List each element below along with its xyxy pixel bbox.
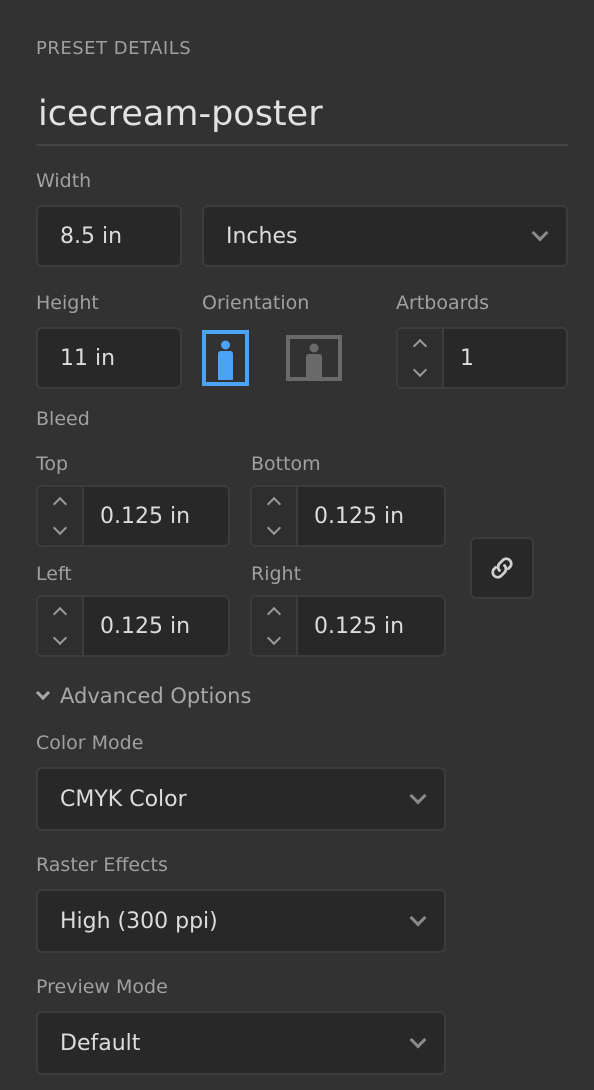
portrait-orientation-button[interactable] <box>202 330 250 386</box>
advanced-options-toggle[interactable]: Advanced Options <box>35 684 252 708</box>
chevron-down-icon[interactable] <box>52 520 68 536</box>
bleed-left-label: Left <box>36 563 72 585</box>
bleed-bottom-value: 0.125 in <box>314 503 405 529</box>
bleed-right-stepper[interactable]: 0.125 in <box>250 595 446 657</box>
link-icon <box>491 557 513 579</box>
stepper-buttons[interactable] <box>252 597 298 655</box>
chevron-up-icon[interactable] <box>412 338 428 354</box>
chevron-down-icon <box>35 685 51 701</box>
width-label: Width <box>36 170 92 192</box>
chevron-down-icon[interactable] <box>412 362 428 378</box>
preview-mode-value: Default <box>60 1030 141 1056</box>
bleed-left-stepper[interactable]: 0.125 in <box>36 595 230 657</box>
raster-effects-value: High (300 ppi) <box>60 908 218 934</box>
height-input[interactable]: 11 in <box>36 327 182 389</box>
stepper-buttons[interactable] <box>38 597 84 655</box>
width-input[interactable]: 8.5 in <box>36 205 182 267</box>
width-value: 8.5 in <box>60 223 123 249</box>
link-bleed-button[interactable] <box>470 537 534 599</box>
preset-name-input[interactable]: icecream-poster <box>36 94 568 146</box>
chevron-up-icon[interactable] <box>52 496 68 512</box>
orientation-label: Orientation <box>202 292 310 314</box>
units-dropdown[interactable]: Inches <box>202 205 568 267</box>
bleed-top-stepper[interactable]: 0.125 in <box>36 485 230 547</box>
bleed-label: Bleed <box>36 408 90 430</box>
artboards-label: Artboards <box>396 292 490 314</box>
bleed-bottom-stepper[interactable]: 0.125 in <box>250 485 446 547</box>
bleed-top-value: 0.125 in <box>100 503 191 529</box>
bleed-right-value: 0.125 in <box>314 613 405 639</box>
raster-effects-dropdown[interactable]: High (300 ppi) <box>36 889 446 953</box>
chevron-up-icon[interactable] <box>266 606 282 622</box>
chevron-up-icon[interactable] <box>266 496 282 512</box>
chevron-up-icon[interactable] <box>52 606 68 622</box>
chevron-down-icon[interactable] <box>52 630 68 646</box>
height-value: 11 in <box>60 345 116 371</box>
preview-mode-dropdown[interactable]: Default <box>36 1011 446 1075</box>
bleed-right-label: Right <box>251 563 302 585</box>
bleed-top-label: Top <box>36 453 69 475</box>
height-label: Height <box>36 292 99 314</box>
section-title: PRESET DETAILS <box>36 38 192 59</box>
units-value: Inches <box>226 223 298 249</box>
chevron-down-icon[interactable] <box>266 630 282 646</box>
color-mode-value: CMYK Color <box>60 786 187 812</box>
artboards-stepper[interactable]: 1 <box>396 327 568 389</box>
chevron-down-icon <box>409 1031 427 1049</box>
chevron-down-icon <box>531 224 549 242</box>
bleed-left-value: 0.125 in <box>100 613 191 639</box>
landscape-orientation-button[interactable] <box>286 335 342 381</box>
artboards-stepper-buttons[interactable] <box>398 329 444 387</box>
raster-effects-label: Raster Effects <box>36 854 168 876</box>
artboards-value: 1 <box>460 345 474 371</box>
stepper-buttons[interactable] <box>252 487 298 545</box>
color-mode-label: Color Mode <box>36 732 144 754</box>
preview-mode-label: Preview Mode <box>36 976 168 998</box>
stepper-buttons[interactable] <box>38 487 84 545</box>
color-mode-dropdown[interactable]: CMYK Color <box>36 767 446 831</box>
advanced-options-label: Advanced Options <box>60 684 252 708</box>
chevron-down-icon[interactable] <box>266 520 282 536</box>
bleed-bottom-label: Bottom <box>251 453 321 475</box>
chevron-down-icon <box>409 909 427 927</box>
chevron-down-icon <box>409 787 427 805</box>
